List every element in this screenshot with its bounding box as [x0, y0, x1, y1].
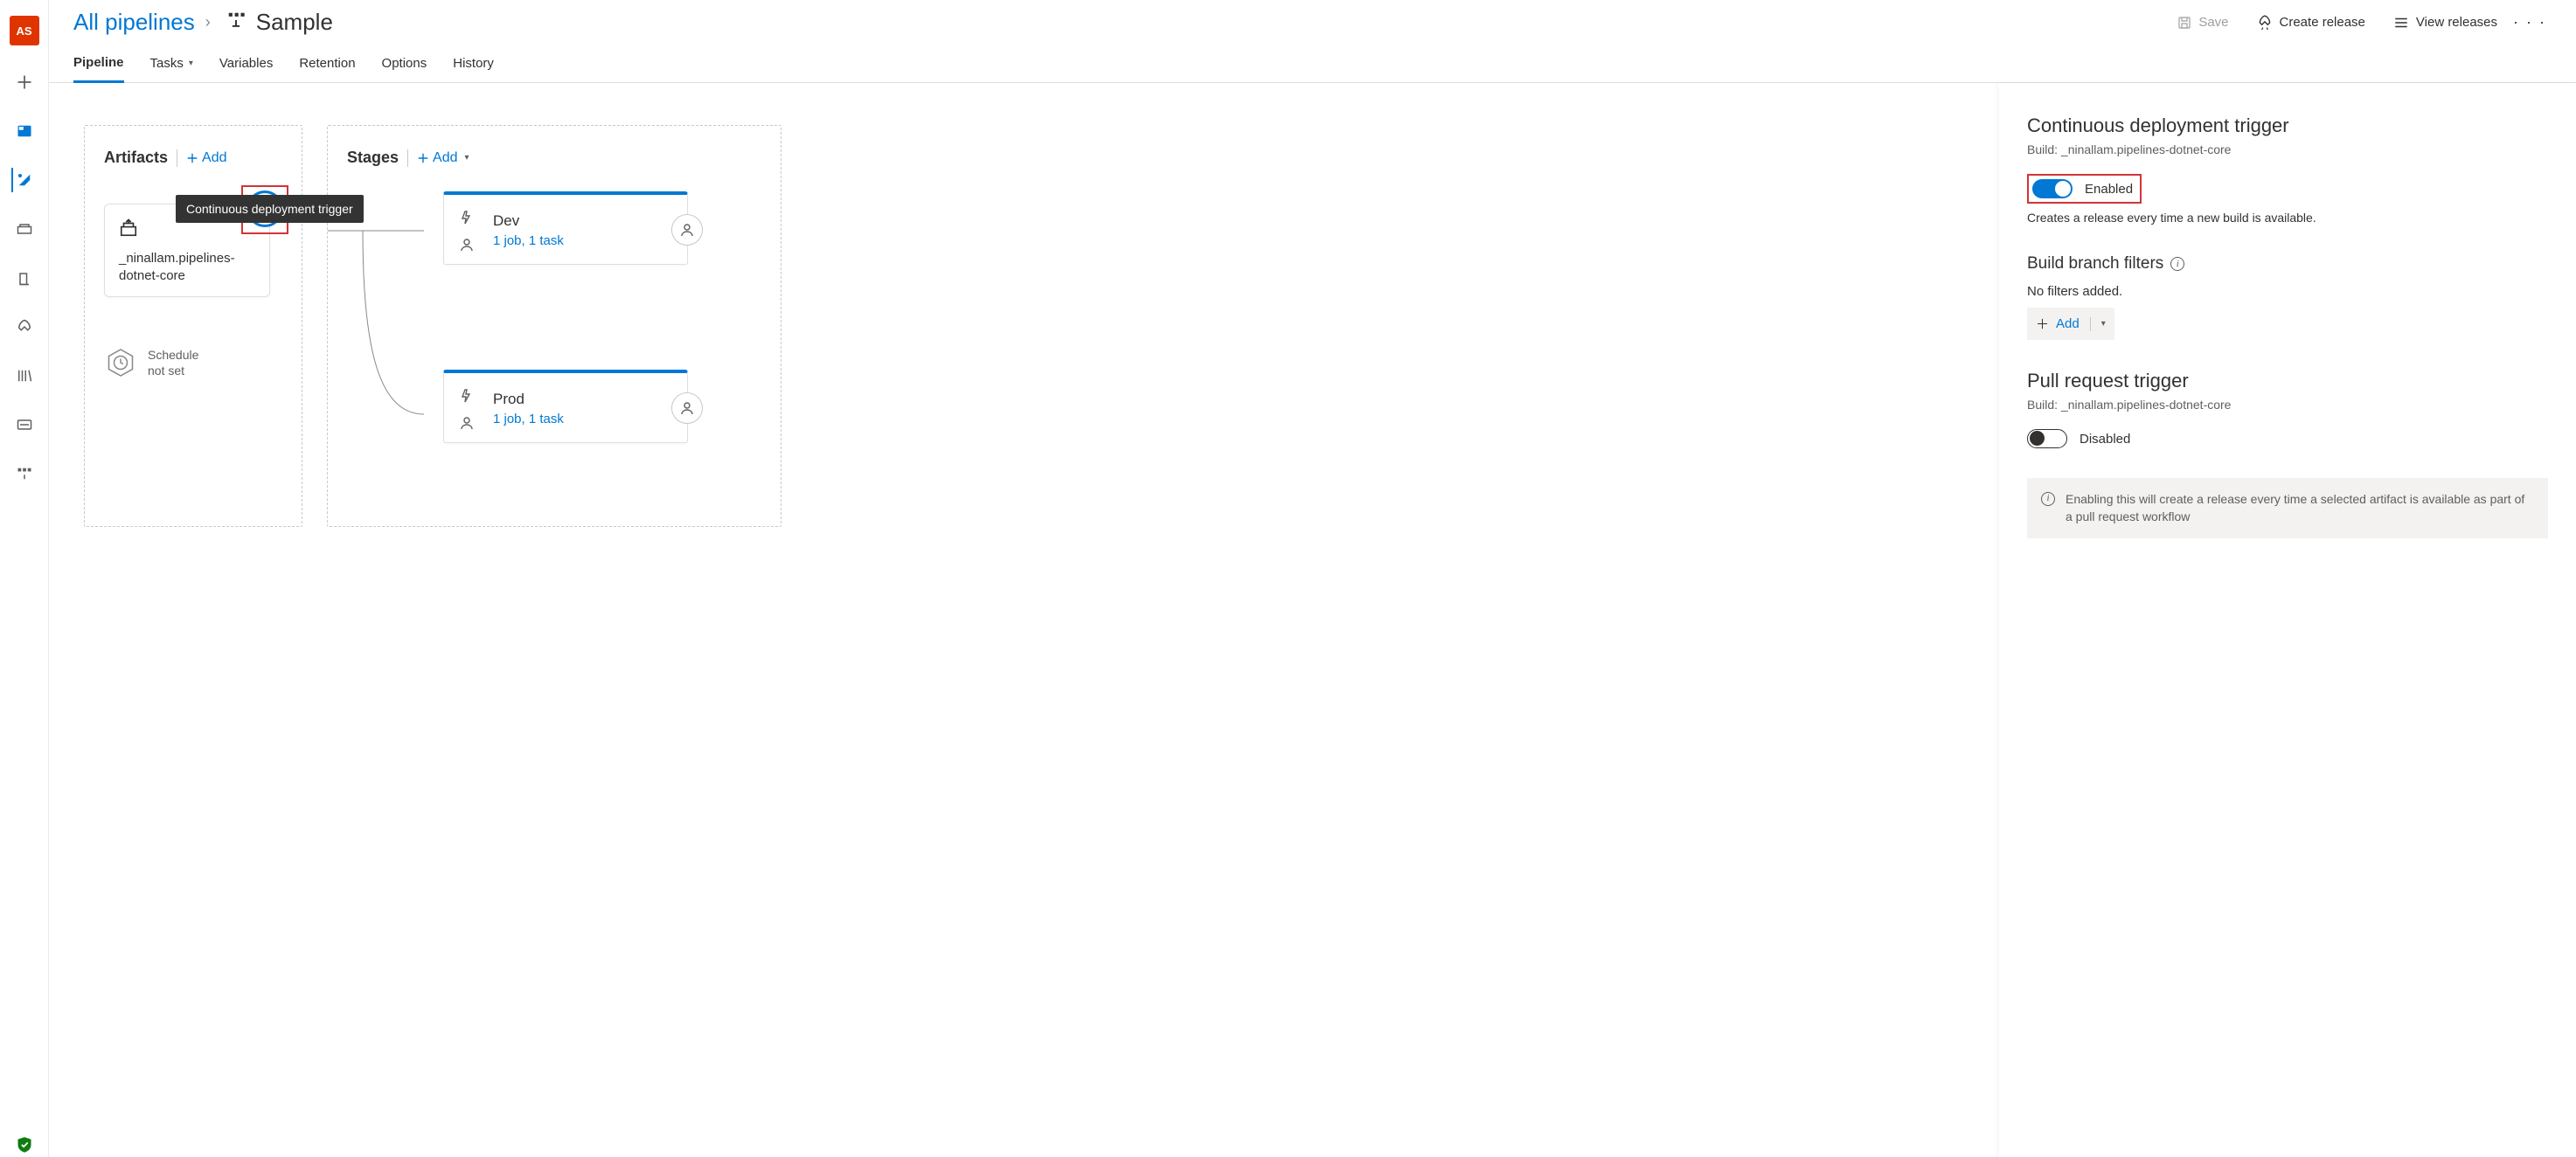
add-artifact-button[interactable]: Add	[186, 150, 226, 166]
pipelines-icon[interactable]	[11, 168, 36, 192]
clock-icon	[104, 346, 137, 379]
settings-panel: Continuous deployment trigger Build: _ni…	[1999, 83, 2576, 1157]
stage-connectors	[328, 126, 781, 526]
stage-name: Prod	[493, 391, 671, 408]
cd-toggle-label: Enabled	[2085, 182, 2133, 197]
project-avatar[interactable]: AS	[10, 16, 39, 45]
artifacts-heading: Artifacts	[104, 149, 168, 167]
tab-pipeline[interactable]: Pipeline	[73, 55, 124, 83]
cd-toggle-highlight: Enabled	[2027, 174, 2142, 204]
lightning-icon	[460, 211, 474, 229]
left-rail: AS	[0, 0, 49, 1157]
schedule-row[interactable]: Schedulenot set	[104, 346, 282, 379]
pr-callout-text: Enabling this will create a release ever…	[2066, 490, 2534, 526]
more-actions-button[interactable]: · · ·	[2508, 13, 2552, 31]
info-icon[interactable]: i	[2170, 257, 2184, 271]
tab-retention[interactable]: Retention	[299, 55, 355, 82]
boards-icon[interactable]	[12, 119, 37, 143]
stage-name: Dev	[493, 212, 671, 230]
releases-icon[interactable]	[12, 266, 37, 290]
pipeline-type-icon	[226, 10, 246, 34]
chevron-down-icon: ▾	[189, 59, 193, 68]
post-deploy-conditions-button[interactable]	[671, 214, 703, 246]
plus-icon: ＋	[2036, 315, 2049, 333]
page-title: Sample	[256, 9, 333, 36]
stage-card-prod[interactable]: Prod 1 job, 1 task	[443, 370, 688, 443]
tab-options[interactable]: Options	[382, 55, 427, 82]
tab-bar: Pipeline Tasks▾ Variables Retention Opti…	[49, 36, 2576, 83]
stages-heading: Stages	[347, 149, 399, 167]
environments-icon[interactable]	[12, 217, 37, 241]
post-deploy-conditions-button[interactable]	[671, 392, 703, 424]
schedule-text: Schedulenot set	[148, 347, 198, 378]
cd-build-label: Build: _ninallam.pipelines-dotnet-core	[2027, 142, 2548, 156]
breadcrumb-root[interactable]: All pipelines	[73, 9, 195, 36]
add-stage-button[interactable]: Add ▾	[417, 150, 469, 166]
cd-trigger-tooltip: Continuous deployment trigger	[176, 195, 364, 223]
add-branch-filter-button[interactable]: ＋ Add ▾	[2027, 308, 2114, 340]
page-header: All pipelines › Sample Save Create relea…	[49, 0, 2576, 36]
rocket-icon[interactable]	[12, 315, 37, 339]
tab-history[interactable]: History	[453, 55, 494, 82]
person-icon	[460, 238, 474, 256]
create-release-label: Create release	[2280, 15, 2365, 30]
stage-jobs-link[interactable]: 1 job, 1 task	[493, 412, 671, 426]
save-label: Save	[2198, 15, 2228, 30]
branch-filters-title: Build branch filtersi	[2027, 254, 2548, 274]
info-icon: i	[2041, 492, 2055, 506]
no-filters-text: No filters added.	[2027, 284, 2548, 299]
lightning-icon	[460, 389, 474, 407]
pr-build-label: Build: _ninallam.pipelines-dotnet-core	[2027, 398, 2548, 412]
cd-trigger-title: Continuous deployment trigger	[2027, 114, 2548, 137]
breadcrumb-chevron-icon: ›	[205, 13, 211, 31]
chevron-down-icon: ▾	[2101, 319, 2106, 329]
save-button[interactable]: Save	[2177, 15, 2228, 30]
view-releases-button[interactable]: View releases	[2393, 15, 2497, 31]
pr-info-callout: i Enabling this will create a release ev…	[2027, 478, 2548, 538]
taskgroups-icon[interactable]	[12, 412, 37, 437]
security-shield-icon[interactable]	[12, 1133, 37, 1157]
stage-card-dev[interactable]: Dev 1 job, 1 task	[443, 191, 688, 265]
stages-column: Stages Add ▾ Dev	[327, 125, 781, 527]
chevron-down-icon: ▾	[465, 153, 469, 163]
person-icon	[460, 416, 474, 434]
pr-trigger-title: Pull request trigger	[2027, 370, 2548, 392]
add-icon[interactable]	[12, 70, 37, 94]
pr-enabled-toggle[interactable]	[2027, 429, 2067, 448]
library-icon[interactable]	[12, 364, 37, 388]
stage-jobs-link[interactable]: 1 job, 1 task	[493, 233, 671, 248]
tab-tasks[interactable]: Tasks▾	[150, 55, 193, 82]
create-release-button[interactable]: Create release	[2257, 15, 2365, 31]
cd-enabled-toggle[interactable]	[2032, 179, 2073, 198]
pipeline-canvas: Artifacts Add Continuous deployment trig…	[49, 83, 1999, 1157]
artifact-name: _ninallam.pipelines-dotnet-core	[119, 250, 255, 284]
pr-toggle-label: Disabled	[2080, 432, 2130, 447]
artifacts-column: Artifacts Add Continuous deployment trig…	[84, 125, 302, 527]
deployment-groups-icon[interactable]	[12, 461, 37, 486]
cd-description: Creates a release every time a new build…	[2027, 211, 2548, 225]
view-releases-label: View releases	[2416, 15, 2497, 30]
tab-variables[interactable]: Variables	[219, 55, 273, 82]
